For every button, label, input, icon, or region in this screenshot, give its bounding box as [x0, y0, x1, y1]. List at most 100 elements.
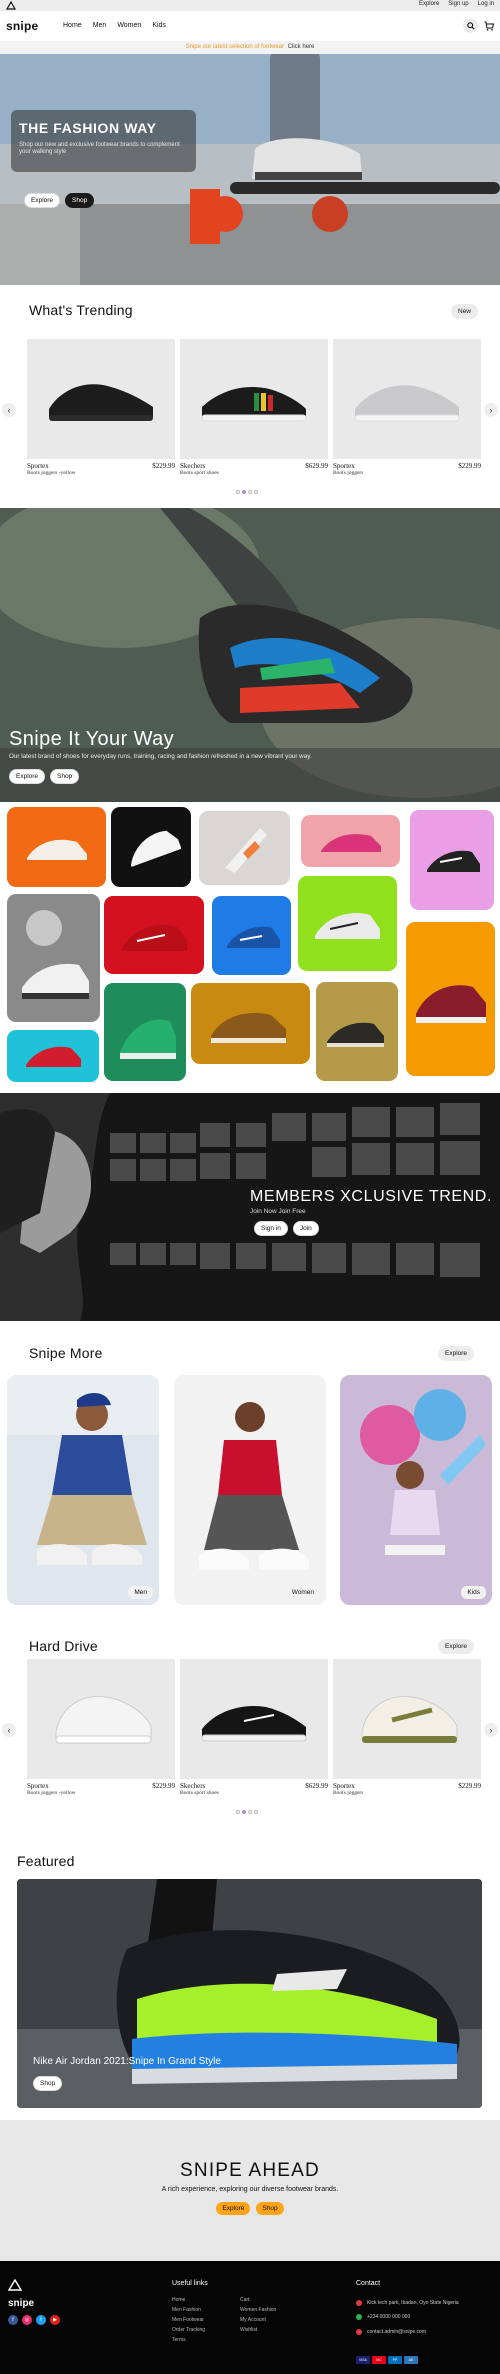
paypal-icon: PP	[388, 2356, 402, 2364]
promo-text: Snipe our latest selection of footwear	[185, 44, 285, 50]
footer-link[interactable]: My Account	[240, 2315, 276, 2325]
login-link[interactable]: Log in	[478, 1, 494, 7]
promo-link[interactable]: Click here	[288, 44, 315, 50]
snipe-it-banner: Snipe It Your Way Our latest brand of sh…	[0, 508, 500, 802]
carousel-dot[interactable]	[254, 1810, 258, 1814]
instagram-icon[interactable]: ◎	[22, 2315, 32, 2325]
category-label-women[interactable]: Women	[285, 1586, 320, 1599]
ahead-shop-button[interactable]: Shop	[256, 2202, 284, 2215]
category-card-women[interactable]: Women	[174, 1375, 326, 1605]
mosaic-tile[interactable]	[410, 810, 494, 910]
contact-address-text: Kick tech park, Ibadan, Oyo State Nigeri…	[367, 2300, 459, 2306]
nav-men[interactable]: Men	[93, 22, 107, 29]
featured-caption: Nike Air Jordan 2021:Snipe In Grand Styl…	[33, 2056, 221, 2067]
snipe-more-title: Snipe More	[29, 1345, 103, 1361]
contact-email-text[interactable]: contact.admin@snipe.com	[367, 2329, 426, 2335]
category-card-kids[interactable]: Kids	[340, 1375, 492, 1605]
members-join-button[interactable]: Join	[292, 1221, 319, 1236]
explore-link[interactable]: Explore	[419, 1, 439, 7]
nav-women[interactable]: Women	[117, 22, 141, 29]
footer-link[interactable]: Women Fashion	[240, 2305, 276, 2315]
brand-logo-icon[interactable]	[6, 1, 16, 10]
mosaic-tile[interactable]	[111, 807, 191, 887]
mosaic-tile[interactable]	[7, 1030, 99, 1082]
trending-new-pill[interactable]: New	[451, 304, 479, 319]
mosaic-tile[interactable]	[301, 815, 400, 867]
nav-home[interactable]: Home	[63, 22, 82, 29]
product-price: $229.99	[152, 462, 175, 470]
footer-link[interactable]: Men Fashion	[172, 2305, 205, 2315]
carousel-dot-active[interactable]	[242, 490, 246, 494]
cart-icon[interactable]	[484, 21, 494, 31]
youtube-icon[interactable]: ▶	[50, 2315, 60, 2325]
product-card[interactable]: Sportex Boots joggers -yellow $229.99	[27, 1659, 175, 1799]
twitter-icon[interactable]: t	[36, 2315, 46, 2325]
footer-link[interactable]: Wishlist	[240, 2325, 276, 2335]
footer-link[interactable]: Terms	[172, 2335, 205, 2345]
product-price: $629.99	[305, 1782, 328, 1790]
footer-link[interactable]: Men Footwear	[172, 2315, 205, 2325]
hard-drive-carousel-dots	[236, 1810, 258, 1814]
mosaic-tile[interactable]	[7, 894, 100, 1022]
featured-shop-button[interactable]: Shop	[33, 2076, 63, 2091]
mosaic-tile[interactable]	[406, 922, 495, 1076]
mosaic-tile[interactable]	[212, 896, 291, 975]
search-button[interactable]	[463, 18, 478, 33]
trending-next-arrow[interactable]: ›	[484, 403, 498, 417]
contact-phone-text[interactable]: +234 0000 000 000	[367, 2314, 410, 2320]
hard-drive-prev-arrow[interactable]: ‹	[2, 1723, 16, 1737]
product-name: Sportex	[27, 1782, 49, 1790]
featured-title: Featured	[17, 1853, 75, 1869]
brand-name[interactable]: snipe	[6, 19, 38, 33]
category-image	[7, 1375, 159, 1605]
category-card-men[interactable]: Men	[7, 1375, 159, 1605]
product-price: $629.99	[305, 462, 328, 470]
category-image	[340, 1375, 492, 1605]
snipe-ahead-title: SNIPE AHEAD	[180, 2160, 320, 2181]
members-signin-button[interactable]: Sign in	[254, 1221, 288, 1236]
facebook-icon[interactable]: f	[8, 2315, 18, 2325]
product-name: Sportex	[27, 462, 49, 470]
signup-link[interactable]: Sign up	[448, 1, 468, 7]
hard-drive-next-arrow[interactable]: ›	[484, 1723, 498, 1737]
snipe-it-title: Snipe It Your Way	[9, 728, 175, 750]
snipe-more-explore-pill[interactable]: Explore	[438, 1346, 475, 1361]
hero-explore-button[interactable]: Explore	[24, 193, 61, 208]
footer-brand[interactable]: snipe	[8, 2298, 34, 2309]
snipe-it-shop-button[interactable]: Shop	[50, 769, 80, 784]
carousel-dot[interactable]	[248, 490, 252, 494]
brand-logo-icon[interactable]	[8, 2279, 22, 2291]
snipe-it-explore-button[interactable]: Explore	[9, 769, 46, 784]
product-card[interactable]: Skechers Boots sport shoes $629.99	[180, 1659, 328, 1799]
mosaic-tile[interactable]	[199, 811, 290, 885]
footer-link[interactable]: Cart	[240, 2295, 276, 2305]
trending-prev-arrow[interactable]: ‹	[2, 403, 16, 417]
product-card[interactable]: Sportex Boots joggers $229.99	[333, 1659, 481, 1799]
mosaic-tile[interactable]	[7, 807, 106, 887]
carousel-dot-active[interactable]	[242, 1810, 246, 1814]
category-label-men[interactable]: Men	[128, 1586, 153, 1599]
product-card[interactable]: Sportex Boots joggers $229.99	[333, 339, 481, 479]
mosaic-tile[interactable]	[104, 896, 204, 974]
footer-link[interactable]: Home	[172, 2295, 205, 2305]
product-card[interactable]: Sportex Boots joggers -yellow $229.99	[27, 339, 175, 479]
product-card[interactable]: Skechers Boots sport shoes $629.99	[180, 339, 328, 479]
mosaic-tile[interactable]	[298, 876, 397, 971]
mosaic-tile[interactable]	[104, 983, 186, 1081]
contact-address: Kick tech park, Ibadan, Oyo State Nigeri…	[356, 2300, 459, 2306]
carousel-dot[interactable]	[254, 490, 258, 494]
carousel-dot[interactable]	[248, 1810, 252, 1814]
chevron-right-icon: ›	[489, 405, 493, 415]
mosaic-tile[interactable]	[191, 983, 310, 1064]
location-icon	[356, 2300, 362, 2306]
hero-shop-button[interactable]: Shop	[65, 193, 95, 208]
nav-kids[interactable]: Kids	[152, 22, 166, 29]
category-label-kids[interactable]: Kids	[461, 1586, 486, 1599]
mosaic-tile[interactable]	[316, 982, 398, 1081]
ahead-explore-button[interactable]: Explore	[216, 2202, 251, 2215]
carousel-dot[interactable]	[236, 1810, 240, 1814]
promo-banner: Snipe our latest selection of footwear C…	[0, 41, 500, 54]
hard-drive-explore-pill[interactable]: Explore	[438, 1639, 475, 1654]
carousel-dot[interactable]	[236, 490, 240, 494]
footer-link[interactable]: Order Tracking	[172, 2325, 205, 2335]
